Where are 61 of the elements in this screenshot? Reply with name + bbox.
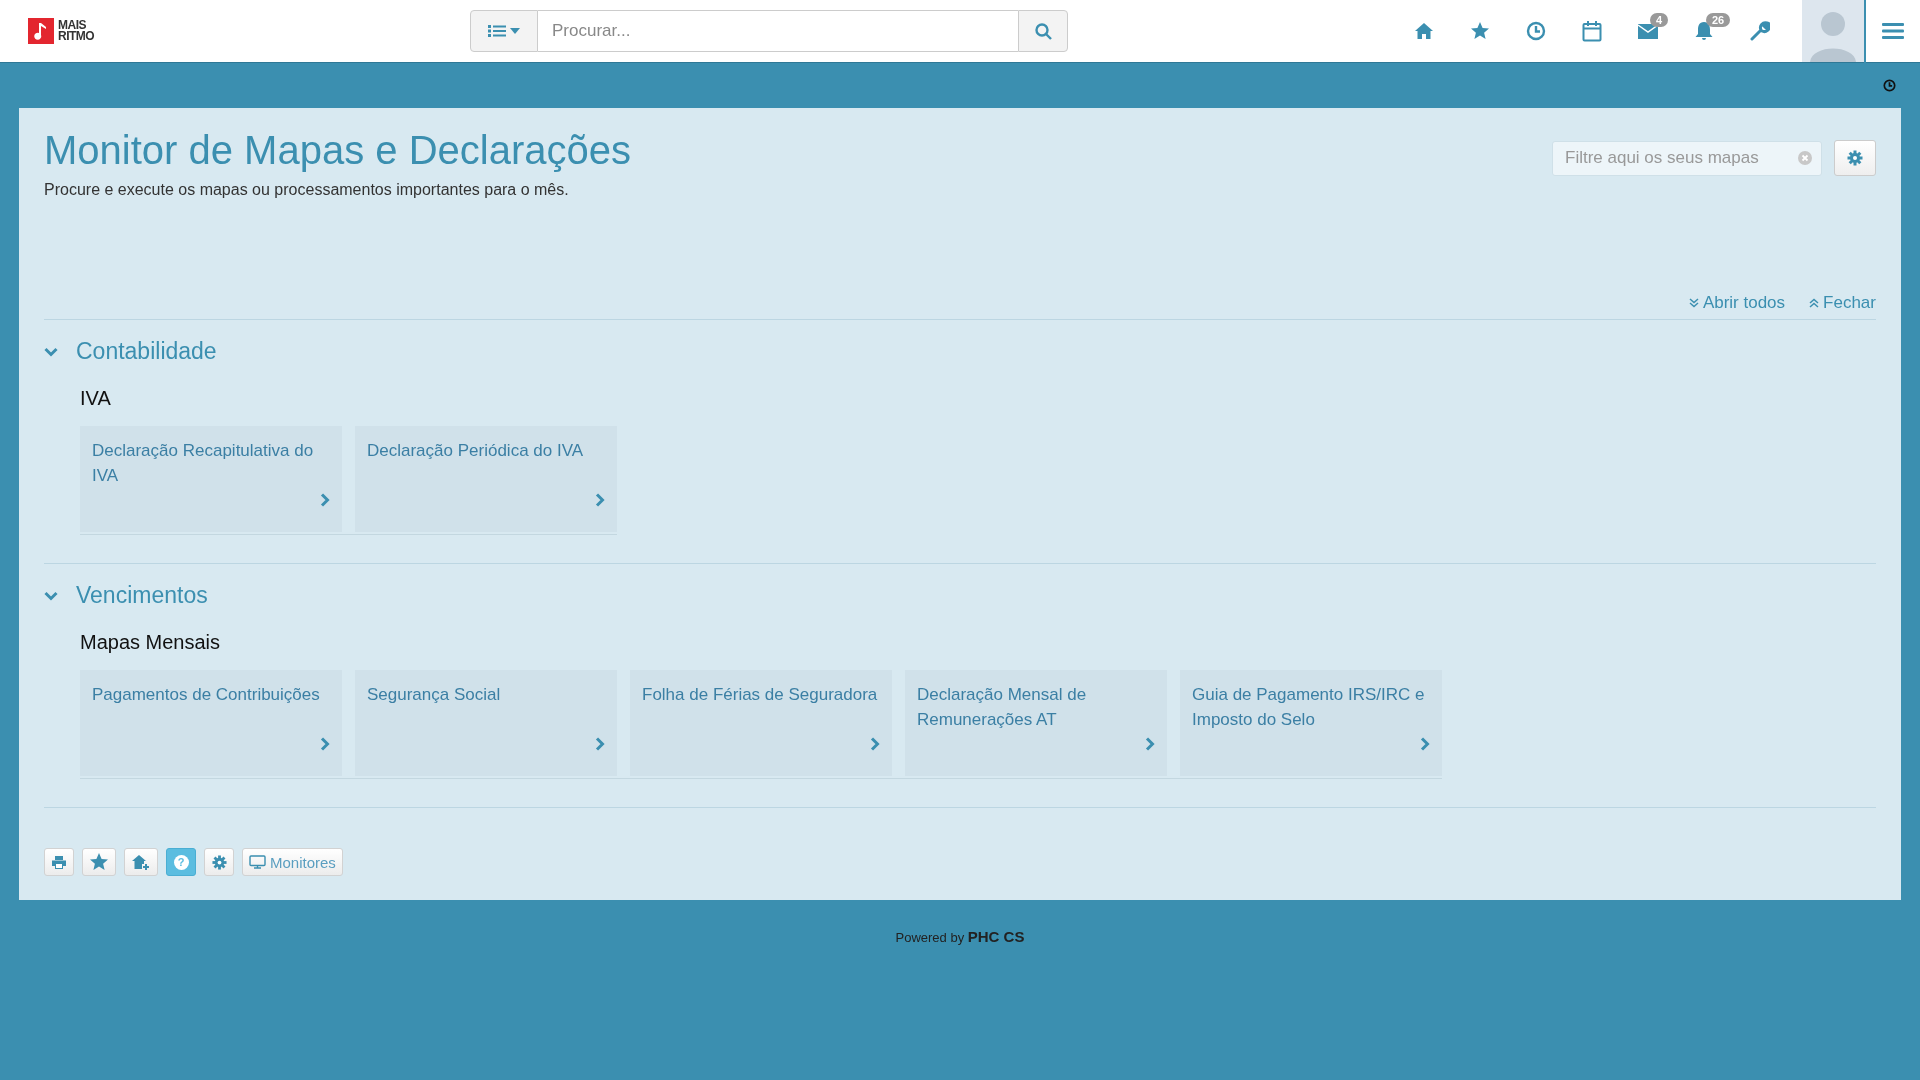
- list-icon: [488, 24, 506, 38]
- double-chevron-down-icon: [1688, 298, 1699, 308]
- settings-button[interactable]: [1834, 140, 1876, 176]
- home-add-button[interactable]: [124, 848, 158, 876]
- report-card[interactable]: Guia de Pagamento IRS/IRC e Imposto do Selo: [1180, 670, 1442, 776]
- chevron-right-icon: [1420, 737, 1430, 751]
- report-card[interactable]: Pagamentos de Contribuições: [80, 670, 342, 776]
- search-field[interactable]: Procurar...: [538, 10, 1018, 52]
- expand-all-link[interactable]: Abrir todos: [1688, 293, 1786, 313]
- filter-field[interactable]: Filtre aqui os seus mapas: [1552, 140, 1822, 176]
- report-card[interactable]: Declaração Recapitulativa do IVA: [80, 426, 342, 532]
- bell-button[interactable]: 26: [1676, 11, 1732, 51]
- powered-by-text: Powered by PHC CS: [894, 928, 1026, 945]
- report-card[interactable]: Segurança Social: [355, 670, 617, 776]
- clear-icon: [1798, 151, 1812, 165]
- group-title: IVA: [80, 387, 112, 410]
- section-header[interactable]: Vencimentos: [44, 582, 208, 609]
- page-subtitle: Procure e execute os mapas ou processamentos importantes para o mês.: [44, 181, 570, 199]
- logo-text: MAIS RITMO: [58, 20, 95, 42]
- bell-icon: [1694, 21, 1714, 41]
- chevron-right-icon: [320, 493, 330, 507]
- calendar-icon: [1582, 20, 1602, 42]
- star-button[interactable]: [82, 848, 116, 876]
- group-title: Mapas Mensais: [80, 631, 222, 654]
- clock-icon: [1526, 21, 1546, 41]
- report-card[interactable]: Declaração Periódica do IVA: [355, 426, 617, 532]
- star-icon: [89, 852, 109, 872]
- report-card[interactable]: Folha de Férias de Seguradora: [630, 670, 892, 776]
- chevron-right-icon: [870, 737, 880, 751]
- chevron-right-icon: [320, 737, 330, 751]
- clock-icon: [1883, 79, 1896, 92]
- count-badge: 4: [1650, 13, 1669, 27]
- help-icon: ?: [173, 854, 189, 870]
- report-card[interactable]: Declaração Mensal de Remunerações AT: [905, 670, 1167, 776]
- caret-icon: [510, 28, 520, 34]
- star-icon: [1470, 21, 1490, 41]
- collapse-all-link[interactable]: Fechar: [1809, 293, 1876, 313]
- mail-button[interactable]: 4: [1620, 11, 1676, 51]
- home-plus-icon: [131, 854, 151, 870]
- double-chevron-up-icon: [1809, 298, 1820, 308]
- settings-icon: [211, 854, 227, 870]
- monitor-button[interactable]: Monitores: [242, 848, 343, 876]
- list-dropdown-button[interactable]: [470, 10, 538, 52]
- logo-icon: [28, 18, 54, 44]
- menu-icon: [1882, 22, 1904, 40]
- settings-icon: [1847, 150, 1863, 166]
- chevron-right-icon: [595, 737, 605, 751]
- search-button[interactable]: [1018, 10, 1068, 52]
- gear-button[interactable]: [204, 848, 234, 876]
- envelope-icon: [1637, 22, 1659, 40]
- printer-icon: [51, 854, 67, 870]
- search-icon: [1034, 22, 1052, 40]
- monitor-icon: [249, 855, 266, 869]
- home-icon: [1414, 22, 1434, 40]
- page-title: Monitor de Mapas e Declarações: [44, 128, 631, 173]
- help-button[interactable]: ?: [166, 848, 196, 876]
- print-button[interactable]: [44, 848, 74, 876]
- section-header[interactable]: Contabilidade: [44, 338, 217, 365]
- chevron-right-icon: [595, 493, 605, 507]
- chevron-right-icon: [1145, 737, 1155, 751]
- count-badge: 26: [1706, 13, 1731, 27]
